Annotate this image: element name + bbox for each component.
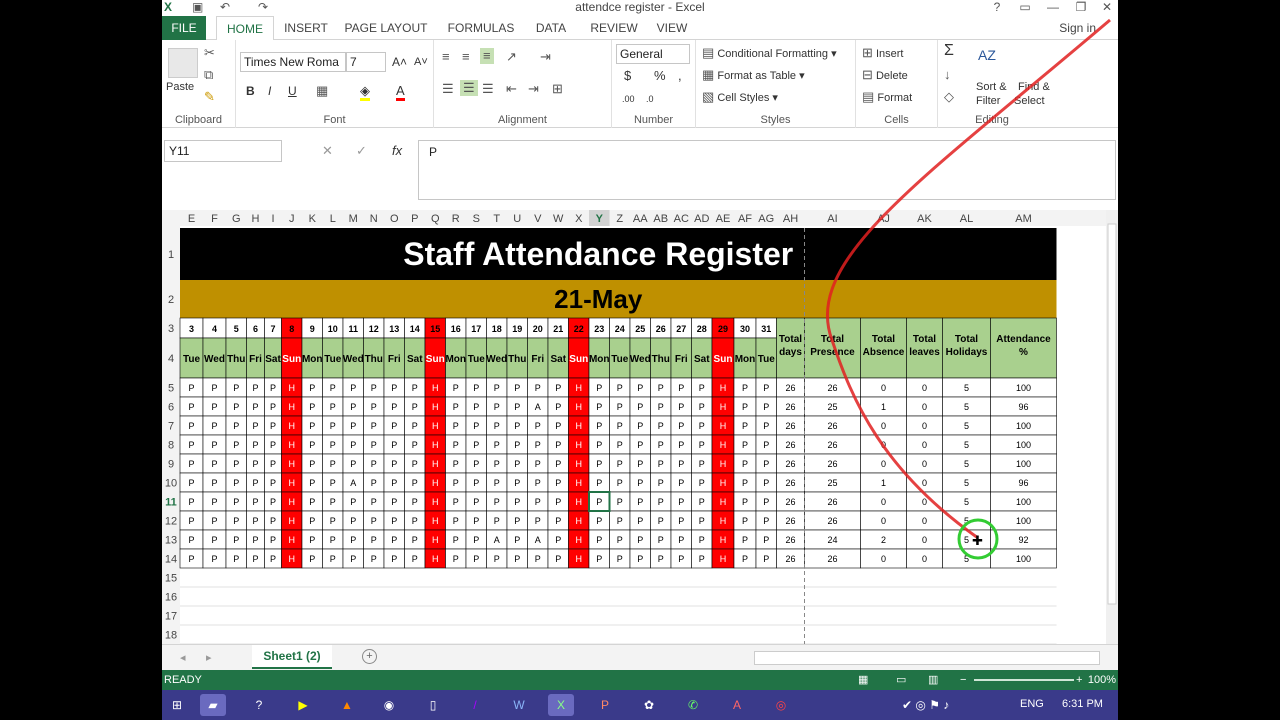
explorer-icon[interactable]: ▰	[200, 694, 226, 716]
help-app-icon[interactable]: ?	[246, 694, 272, 716]
windows-taskbar: ⊞ ▰ ? ▶ ▲ ◉ ▯ / W X P ✿ ✆ A ◎ ✔ ◎ ⚑ ♪ EN…	[162, 690, 1118, 720]
vlc-icon[interactable]: ▲	[334, 694, 360, 716]
mouse-cursor-icon: ✚	[972, 533, 983, 548]
word-icon[interactable]: W	[506, 694, 532, 716]
language-indicator[interactable]: ENG	[1020, 698, 1044, 710]
annotation-arrow	[825, 18, 1111, 540]
recorder-icon[interactable]: ◎	[768, 694, 794, 716]
tray-icons[interactable]: ✔ ◎ ⚑ ♪	[902, 698, 949, 712]
excel-window: X ▣ ↶ ↷ attendce register - Excel ? ▭ — …	[162, 0, 1118, 690]
clock[interactable]: 6:31 PM	[1062, 698, 1103, 710]
annotation-overlay: ✚	[825, 18, 1111, 560]
excel-taskbar-icon[interactable]: X	[548, 694, 574, 716]
media-player-icon[interactable]: ▶	[290, 694, 316, 716]
phone-app-icon[interactable]: ✆	[680, 694, 706, 716]
premiere-icon[interactable]: /	[462, 694, 488, 716]
media-app-icon[interactable]: ✿	[636, 694, 662, 716]
notepad-icon[interactable]: ▯	[420, 694, 446, 716]
acrobat-icon[interactable]: A	[724, 694, 750, 716]
start-icon[interactable]: ⊞	[164, 694, 190, 716]
powerpoint-icon[interactable]: P	[592, 694, 618, 716]
chrome-icon[interactable]: ◉	[376, 694, 402, 716]
